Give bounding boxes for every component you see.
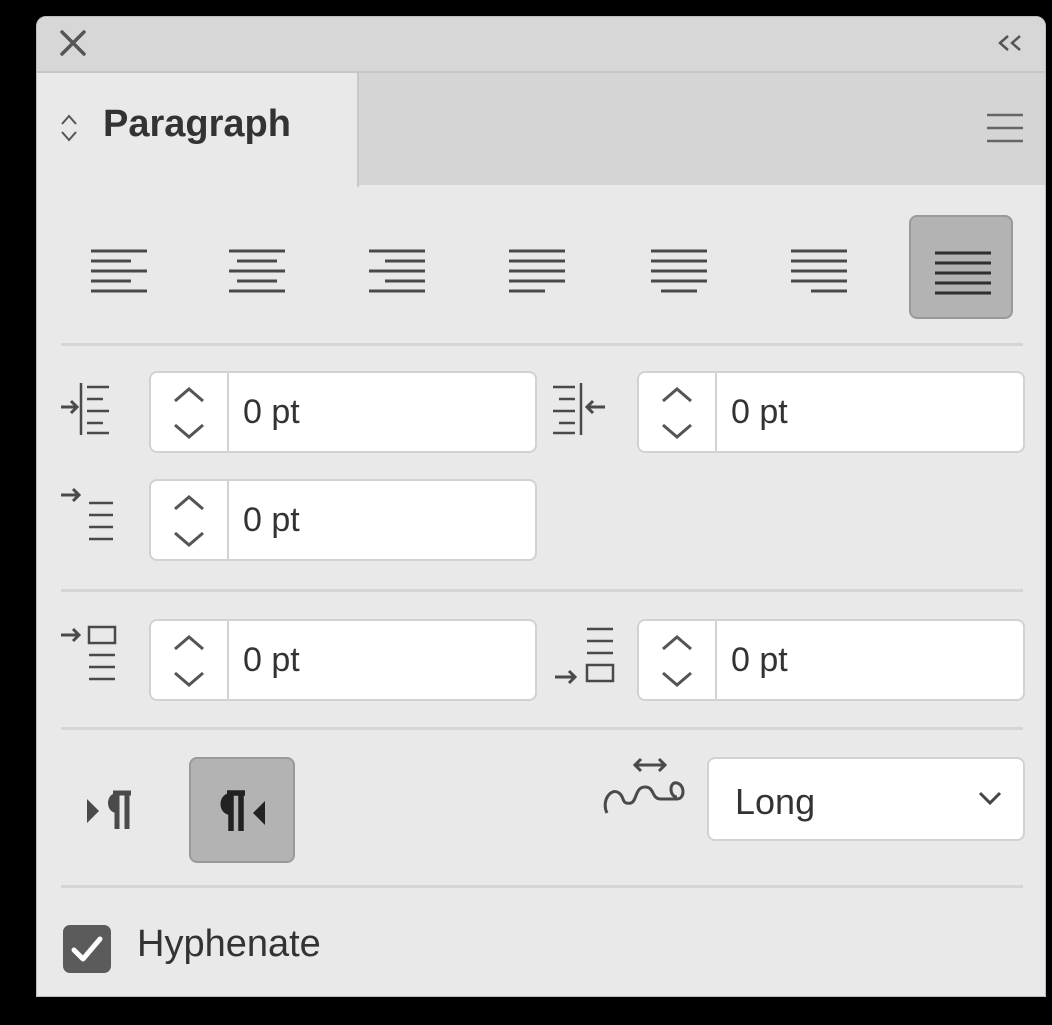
stepper-icon <box>174 495 204 547</box>
kashida-icon <box>603 757 685 814</box>
tab-title: Paragraph <box>103 103 291 145</box>
stepper-icon <box>662 387 692 439</box>
stepper-icon <box>174 635 204 687</box>
align-left-icon <box>91 249 147 293</box>
left-to-right-paragraph-icon <box>87 790 131 829</box>
left-indent-stepper[interactable] <box>151 373 229 451</box>
align-center-button[interactable] <box>205 215 309 319</box>
hyphenate-checkbox[interactable] <box>63 925 111 973</box>
justify-all-icon <box>935 251 991 295</box>
right-indent-icon <box>553 383 605 435</box>
right-indent-field <box>637 371 1025 453</box>
right-indent-stepper[interactable] <box>639 373 717 451</box>
divider <box>61 885 1023 888</box>
left-indent-icon <box>61 383 109 435</box>
align-center-icon <box>229 249 285 293</box>
divider <box>61 589 1023 592</box>
space-before-icon <box>61 625 117 681</box>
space-after-icon <box>555 627 615 685</box>
space-after-field <box>637 619 1025 701</box>
first-line-indent-stepper[interactable] <box>151 481 229 559</box>
justify-last-center-icon <box>651 249 707 293</box>
align-right-icon <box>369 249 425 293</box>
space-before-input[interactable] <box>243 641 493 680</box>
first-line-indent-input[interactable] <box>243 501 493 540</box>
justify-last-center-button[interactable] <box>627 215 731 319</box>
space-after-stepper[interactable] <box>639 621 717 699</box>
space-after-input[interactable] <box>731 641 981 680</box>
justify-last-right-button[interactable] <box>767 215 871 319</box>
hamburger-menu-icon[interactable] <box>985 111 1025 145</box>
stepper-icon <box>174 387 204 439</box>
up-down-chevron-icon <box>59 112 79 144</box>
paragraph-panel: Paragraph 0 pt 0 pt 0 pt 0 pt 0 pt Long … <box>36 16 1046 997</box>
right-to-left-paragraph-icon <box>220 790 265 831</box>
right-indent-input[interactable] <box>731 393 981 432</box>
justify-all-button[interactable] <box>909 215 1013 319</box>
left-indent-field <box>149 371 537 453</box>
first-line-indent-field <box>149 479 537 561</box>
kashida-value: Long <box>735 781 816 822</box>
chevron-down-icon <box>978 791 1002 806</box>
close-icon[interactable] <box>57 27 89 59</box>
checkmark-icon <box>71 936 103 962</box>
justify-last-right-icon <box>791 249 847 293</box>
hyphenate-label: Hyphenate <box>137 923 321 965</box>
space-before-field <box>149 619 537 701</box>
panel-titlebar <box>37 17 1045 73</box>
justify-last-left-icon <box>509 249 565 293</box>
stepper-icon <box>662 635 692 687</box>
justify-last-left-button[interactable] <box>485 215 589 319</box>
first-line-indent-icon <box>61 487 113 541</box>
kashida-select[interactable]: Long <box>707 757 1025 841</box>
collapse-panel-icon[interactable] <box>993 29 1027 57</box>
space-before-stepper[interactable] <box>151 621 229 699</box>
tab-paragraph[interactable]: Paragraph <box>37 73 359 187</box>
right-to-left-button[interactable] <box>189 757 295 863</box>
align-right-button[interactable] <box>345 215 449 319</box>
tab-bar: Paragraph <box>37 73 1045 187</box>
divider <box>61 343 1023 346</box>
align-left-button[interactable] <box>67 215 171 319</box>
left-to-right-button[interactable] <box>55 757 161 863</box>
left-indent-input[interactable] <box>243 393 493 432</box>
divider <box>61 727 1023 730</box>
